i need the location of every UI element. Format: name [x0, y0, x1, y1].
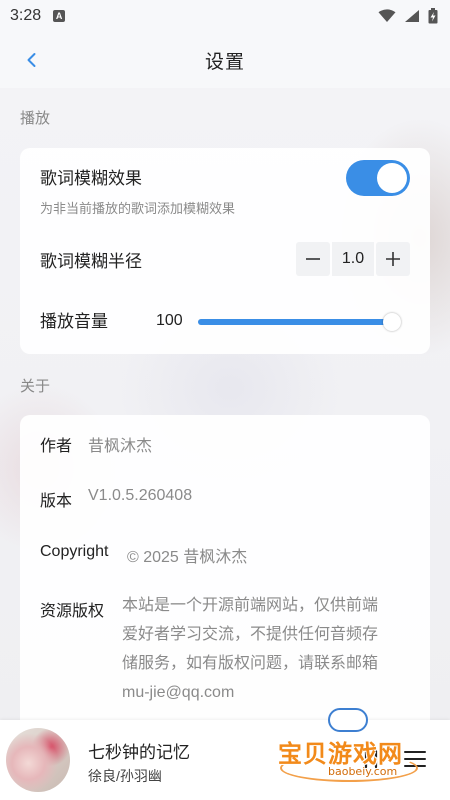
- volume-title: 播放音量: [40, 312, 108, 331]
- version-value: V1.0.5.260408: [88, 487, 193, 504]
- song-title: 七秒钟的记忆: [88, 743, 190, 762]
- watermark-text: 宝贝游戏网: [278, 740, 403, 768]
- author-value: 昔枫沐杰: [88, 438, 153, 455]
- signal-icon: [405, 10, 419, 22]
- watermark-url: baobeiy.com: [328, 765, 398, 778]
- rights-email: mu-jie@qq.com: [122, 684, 235, 701]
- notification-icon: A: [53, 10, 66, 22]
- copyright-label: Copyright: [40, 543, 109, 560]
- app-header: 设置: [0, 32, 450, 88]
- gamepad-icon: [328, 708, 368, 732]
- volume-value: 100: [156, 312, 183, 329]
- slider-thumb[interactable]: [383, 313, 401, 331]
- lyric-blur-description: 为非当前播放的歌词添加模糊效果: [40, 201, 236, 216]
- back-button[interactable]: [20, 48, 44, 72]
- author-label: 作者: [40, 438, 73, 455]
- status-icons: [378, 8, 438, 24]
- wifi-icon: [378, 9, 396, 22]
- version-label: 版本: [40, 493, 73, 510]
- rights-line: 储服务，如有版权问题，请联系邮箱: [122, 655, 379, 672]
- decrement-button[interactable]: [296, 242, 330, 276]
- minus-icon: [306, 258, 320, 260]
- watermark: 宝贝游戏网 baobeiy.com: [276, 704, 432, 784]
- rights-line: 本站是一个开源前端网站，仅供前端: [122, 597, 379, 614]
- rights-description: 本站是一个开源前端网站，仅供前端 爱好者学习交流，不提供任何音频存 储服务，如有…: [122, 591, 412, 707]
- volume-slider[interactable]: [198, 312, 401, 332]
- lyric-blur-title: 歌词模糊效果: [40, 169, 142, 188]
- plus-icon: [386, 252, 400, 266]
- status-time: 3:28: [10, 7, 42, 24]
- battery-charging-icon: [428, 8, 438, 24]
- blur-radius-value[interactable]: 1.0: [332, 242, 374, 276]
- rights-label: 资源版权: [40, 603, 105, 620]
- chevron-left-icon: [27, 53, 36, 67]
- album-cover[interactable]: [6, 728, 70, 792]
- song-artist: 徐良/孙羽幽: [88, 768, 162, 784]
- increment-button[interactable]: [376, 242, 410, 276]
- section-label-about: 关于: [20, 378, 51, 395]
- status-bar: 3:28 A: [0, 0, 450, 32]
- playback-card: 歌词模糊效果 为非当前播放的歌词添加模糊效果 歌词模糊半径 1.0 播放音量 1…: [20, 148, 430, 354]
- blur-radius-stepper: 1.0: [296, 242, 410, 276]
- blur-radius-title: 歌词模糊半径: [40, 252, 142, 271]
- section-label-playback: 播放: [20, 110, 51, 127]
- rights-line: 爱好者学习交流，不提供任何音频存: [122, 626, 379, 643]
- slider-fill: [198, 319, 392, 325]
- about-card: 作者 昔枫沐杰 版本 V1.0.5.260408 Copyright © 202…: [20, 415, 430, 745]
- page-title: 设置: [204, 51, 245, 73]
- lyric-blur-toggle[interactable]: [346, 160, 410, 196]
- copyright-value: © 2025 昔枫沐杰: [127, 549, 248, 566]
- toggle-knob: [377, 163, 407, 193]
